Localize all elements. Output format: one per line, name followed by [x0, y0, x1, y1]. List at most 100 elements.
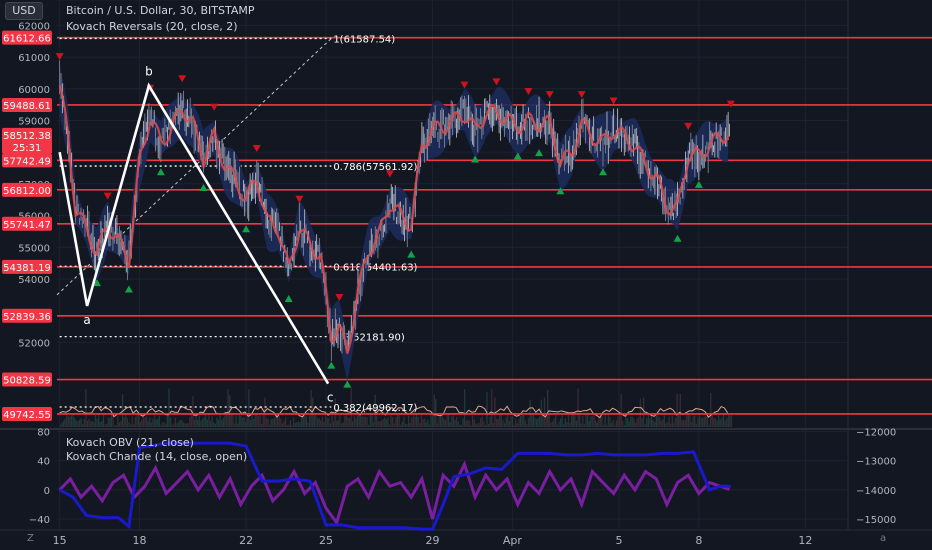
volume-bar	[395, 417, 397, 427]
zoom-button[interactable]: Z	[27, 533, 34, 544]
volume-bar	[128, 422, 130, 427]
volume-bar	[586, 414, 589, 427]
volume-bar	[583, 423, 586, 427]
volume-bar	[507, 414, 509, 427]
volume-bar	[280, 418, 282, 427]
volume-bar	[577, 388, 579, 427]
auto-scale-button[interactable]: a	[880, 533, 886, 544]
volume-bar	[441, 414, 443, 427]
volume-bar	[326, 417, 328, 427]
chart-canvas[interactable]: 1(61587.54) 0.786(57561.92) 0.618(54401.63…	[0, 0, 932, 550]
volume-bar	[59, 424, 61, 427]
volume-bar	[671, 415, 673, 427]
volume-bar	[537, 417, 539, 427]
sell-marker	[577, 91, 586, 99]
volume-bar	[291, 424, 293, 427]
volume-bar	[157, 418, 159, 427]
volume-bar	[281, 423, 284, 427]
volume-bar	[650, 414, 653, 427]
volume-bar	[460, 424, 463, 427]
volume-bar	[129, 424, 132, 427]
volume-bar	[473, 419, 475, 427]
fib-label: 0.618(54401.63)	[333, 262, 417, 273]
volume-bar	[479, 418, 482, 427]
volume-bar	[601, 416, 603, 427]
volume-bar	[201, 419, 204, 427]
volume-bar	[553, 418, 555, 427]
volume-bar	[315, 414, 317, 427]
sell-marker	[252, 145, 261, 153]
volume-bar	[246, 417, 248, 427]
volume-bar	[420, 413, 423, 427]
lower-right-tick: −13000	[856, 457, 896, 468]
volume-bar	[713, 417, 715, 427]
x-tick-label: 29	[426, 534, 440, 547]
indicator-legend-reversals[interactable]: Kovach Reversals (20, close, 2)	[66, 20, 238, 33]
volume-bar	[503, 423, 506, 427]
volume-bar	[355, 418, 357, 427]
volume-bar	[526, 424, 528, 427]
volume-bar	[110, 414, 113, 427]
volume-bar	[409, 423, 411, 427]
volume-bar	[706, 416, 709, 427]
indicator-legend-obv[interactable]: Kovach OBV (21, close)	[66, 436, 194, 449]
volume-bar	[307, 423, 309, 427]
volume-bar	[332, 420, 335, 427]
volume-bar	[248, 389, 250, 427]
volume-bar	[299, 421, 301, 427]
sell-marker	[545, 91, 554, 99]
volume-bar	[123, 417, 125, 427]
volume-bar	[660, 420, 662, 427]
volume-bar	[449, 422, 451, 427]
volume-bar	[251, 415, 253, 427]
volume-bar	[221, 419, 223, 427]
volume-bar	[118, 422, 121, 427]
volume-bar	[310, 390, 312, 427]
volume-bar	[115, 424, 117, 427]
volume-bar	[139, 422, 141, 427]
currency-button[interactable]: USD	[5, 2, 43, 20]
volume-bar	[273, 417, 276, 427]
volume-bar	[649, 418, 651, 427]
volume-bar	[147, 421, 149, 427]
volume-bar	[487, 423, 490, 427]
volume-bar	[724, 420, 726, 427]
volume-bar	[272, 418, 274, 427]
volume-bar	[414, 416, 416, 427]
volume-bar	[716, 420, 718, 427]
volume-bar	[144, 417, 146, 427]
volume-bar	[379, 421, 381, 427]
volume-bar	[233, 423, 236, 427]
volume-bar	[430, 414, 432, 427]
sell-marker	[609, 97, 618, 105]
volume-bar	[571, 413, 573, 427]
volume-bar	[484, 424, 487, 427]
volume-bar	[376, 415, 378, 427]
volume-bar	[304, 413, 306, 427]
volume-bar	[174, 417, 177, 427]
volume-bar	[638, 417, 640, 427]
buy-marker	[156, 168, 165, 176]
volume-bar	[187, 422, 189, 427]
volume-bar	[136, 414, 138, 427]
volume-bar	[173, 423, 175, 427]
volume-bar	[679, 394, 681, 427]
volume-bar	[439, 416, 442, 427]
volume-bar	[670, 423, 672, 427]
volume-bar	[259, 413, 261, 427]
volume-bar	[703, 416, 705, 427]
level-badge-label: 49742.55	[3, 410, 51, 421]
volume-bar	[714, 418, 717, 427]
indicator-legend-chande[interactable]: Kovach Chande (14, close, open)	[66, 450, 247, 463]
volume-bar	[406, 423, 408, 427]
volume-bar	[155, 419, 157, 427]
volume-bar	[419, 422, 421, 427]
volume-bar	[96, 418, 98, 427]
volume-bar	[555, 414, 557, 427]
volume-bar	[331, 414, 333, 427]
volume-bar	[193, 420, 196, 427]
volume-bar	[99, 421, 101, 427]
volume-bar	[387, 417, 389, 427]
volume-bar	[463, 388, 466, 427]
volume-bar	[489, 416, 491, 427]
